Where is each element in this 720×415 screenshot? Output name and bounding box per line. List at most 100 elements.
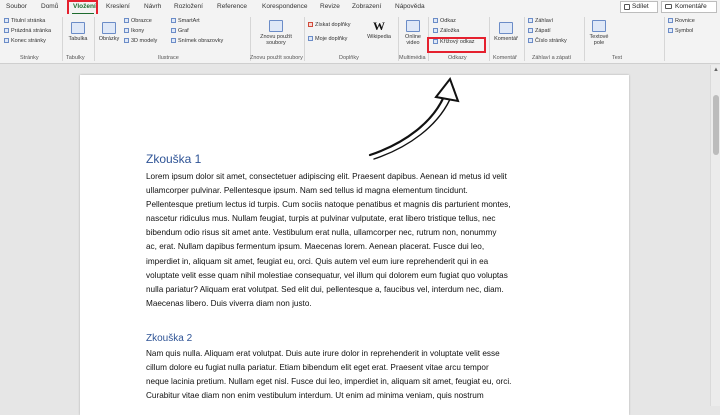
paragraph-1: Lorem ipsum dolor sit amet, consectetuer… <box>146 170 570 311</box>
share-button[interactable]: Sdílet <box>620 1 658 13</box>
group-label-comment: Komentář <box>493 55 517 61</box>
group-separator <box>94 17 95 61</box>
shapes-icon <box>124 18 129 23</box>
ribbon: Titulní stránka Prázdná stránka Konec st… <box>0 14 720 64</box>
tab-mailings[interactable]: Korespondence <box>262 1 308 13</box>
my-addins-button[interactable]: Moje doplňky <box>308 36 347 43</box>
text-line: neque lacinia pretium. Nullam eget nisl.… <box>146 377 512 387</box>
screenshot-button[interactable]: Snímek obrazovky <box>171 38 223 45</box>
group-label-header-footer: Záhlaví a zápatí <box>532 55 572 61</box>
bookmark-button[interactable]: Záložka <box>433 28 459 35</box>
get-addins-button[interactable]: Získat doplňky <box>308 22 350 29</box>
comments-button[interactable]: Komentáře <box>661 1 717 13</box>
video-icon <box>406 20 420 32</box>
group-label-tables: Tabulky <box>66 55 85 61</box>
picture-icon <box>102 22 116 34</box>
scroll-up-icon[interactable]: ▲ <box>713 67 719 73</box>
group-separator <box>664 17 665 61</box>
wikipedia-button[interactable]: W Wikipedia <box>364 20 394 40</box>
heading-2: Zkouška 2 <box>146 333 193 344</box>
symbol-button[interactable]: Symbol <box>668 28 693 35</box>
tab-home[interactable]: Domů <box>41 1 58 13</box>
text-line: Maecenas libero. Duis viverra diam non j… <box>146 298 312 308</box>
page-break-button[interactable]: Konec stránky <box>4 38 46 45</box>
table-button[interactable]: Tabulka <box>66 22 90 42</box>
tab-file[interactable]: Soubor <box>6 1 27 13</box>
text-line: Nam quis nulla. Aliquam erat volutpat. D… <box>146 349 500 358</box>
group-separator <box>524 17 525 61</box>
table-icon <box>71 22 85 34</box>
tab-view[interactable]: Zobrazení <box>352 1 381 13</box>
bookmark-icon <box>433 28 438 33</box>
footer-icon <box>528 28 533 33</box>
header-button[interactable]: Záhlaví <box>528 18 553 25</box>
header-icon <box>528 18 533 23</box>
pictures-button[interactable]: Obrázky <box>97 22 121 42</box>
equation-icon <box>668 18 673 23</box>
online-video-button[interactable]: Online video <box>401 20 425 46</box>
text-line: nascetur ridiculus mus. Nullam feugiat, … <box>146 214 496 224</box>
store-icon <box>308 22 313 27</box>
annotation-arrow <box>368 76 460 160</box>
blank-page-button[interactable]: Prázdná stránka <box>4 28 51 35</box>
group-label-links: Odkazy <box>448 55 467 61</box>
tab-design[interactable]: Návrh <box>144 1 161 13</box>
screenshot-icon <box>171 38 176 43</box>
tab-help[interactable]: Nápověda <box>395 1 425 13</box>
reuse-files-icon <box>269 20 283 32</box>
comments-label: Komentáře <box>675 3 707 10</box>
cube-icon <box>124 38 129 43</box>
comment-icon <box>665 4 672 9</box>
chart-icon <box>171 28 176 33</box>
heading-1: Zkouška 1 <box>146 152 202 166</box>
reuse-files-button[interactable]: Znovu použít soubory <box>254 20 298 46</box>
group-label-media: Multimédia <box>399 55 426 61</box>
wikipedia-icon: W <box>373 19 385 33</box>
tab-layout[interactable]: Rozložení <box>174 1 203 13</box>
icons-button[interactable]: Ikony <box>124 28 144 35</box>
new-comment-button[interactable]: Komentář <box>492 22 520 42</box>
chart-button[interactable]: Graf <box>171 28 189 35</box>
group-separator <box>489 17 490 61</box>
shapes-button[interactable]: Obrazce <box>124 18 152 25</box>
vertical-scrollbar[interactable]: ▲ <box>710 65 720 406</box>
group-label-pages: Stránky <box>20 55 39 61</box>
share-label: Sdílet <box>632 3 649 10</box>
text-line: ac, erat. Nullam dapibus fermentum ipsum… <box>146 242 485 252</box>
paragraph-2: Nam quis nulla. Aliquam erat volutpat. D… <box>146 347 570 403</box>
tab-draw[interactable]: Kreslení <box>106 1 130 13</box>
tab-review[interactable]: Revize <box>320 1 340 13</box>
page-break-icon <box>4 38 9 43</box>
group-label-text: Text <box>612 55 623 61</box>
text-box-icon <box>592 20 606 32</box>
link-button[interactable]: Odkaz <box>433 18 456 25</box>
page-number-button[interactable]: Číslo stránky <box>528 38 567 45</box>
footer-button[interactable]: Zápatí <box>528 28 551 35</box>
group-label-addins: Doplňky <box>339 55 359 61</box>
text-line: Curabitur vitae diam non enim vestibulum… <box>146 391 484 401</box>
share-icon <box>624 4 630 10</box>
icons-icon <box>124 28 129 33</box>
equation-button[interactable]: Rovnice <box>668 18 695 25</box>
group-label-illustrations: Ilustrace <box>158 55 179 61</box>
smartart-button[interactable]: SmartArt <box>171 18 200 25</box>
cover-page-button[interactable]: Titulní stránka <box>4 18 45 25</box>
group-label-reuse: Znovu použít soubory <box>250 55 303 61</box>
text-line: Lorem ipsum dolor sit amet, consectetuer… <box>146 172 507 181</box>
smartart-icon <box>171 18 176 23</box>
tab-references[interactable]: Reference <box>217 1 247 13</box>
ribbon-tab-bar: Soubor Domů Vložení Kreslení Návrh Rozlo… <box>0 0 720 16</box>
group-separator <box>62 17 63 61</box>
blank-page-icon <box>4 28 9 33</box>
text-line: imperdiet in, aliquam sit amet, feugiat … <box>146 256 489 266</box>
scrollbar-thumb[interactable] <box>713 95 719 155</box>
text-line: cillum dolore eu fugiat nulla pariatur. … <box>146 363 489 373</box>
text-box-button[interactable]: Textové pole <box>586 20 612 46</box>
omega-icon <box>668 28 673 33</box>
3d-models-button[interactable]: 3D modely <box>124 38 157 45</box>
cross-reference-highlight <box>427 37 486 53</box>
text-line: ullamcorper pulvinar. Pellentesque ipsum… <box>146 186 468 196</box>
text-line: bibendum odio risus sit amet ante. Vesti… <box>146 228 497 238</box>
text-line: nulla pariatur? Aliquam erat volutpat. S… <box>146 284 504 294</box>
link-icon <box>433 18 438 23</box>
